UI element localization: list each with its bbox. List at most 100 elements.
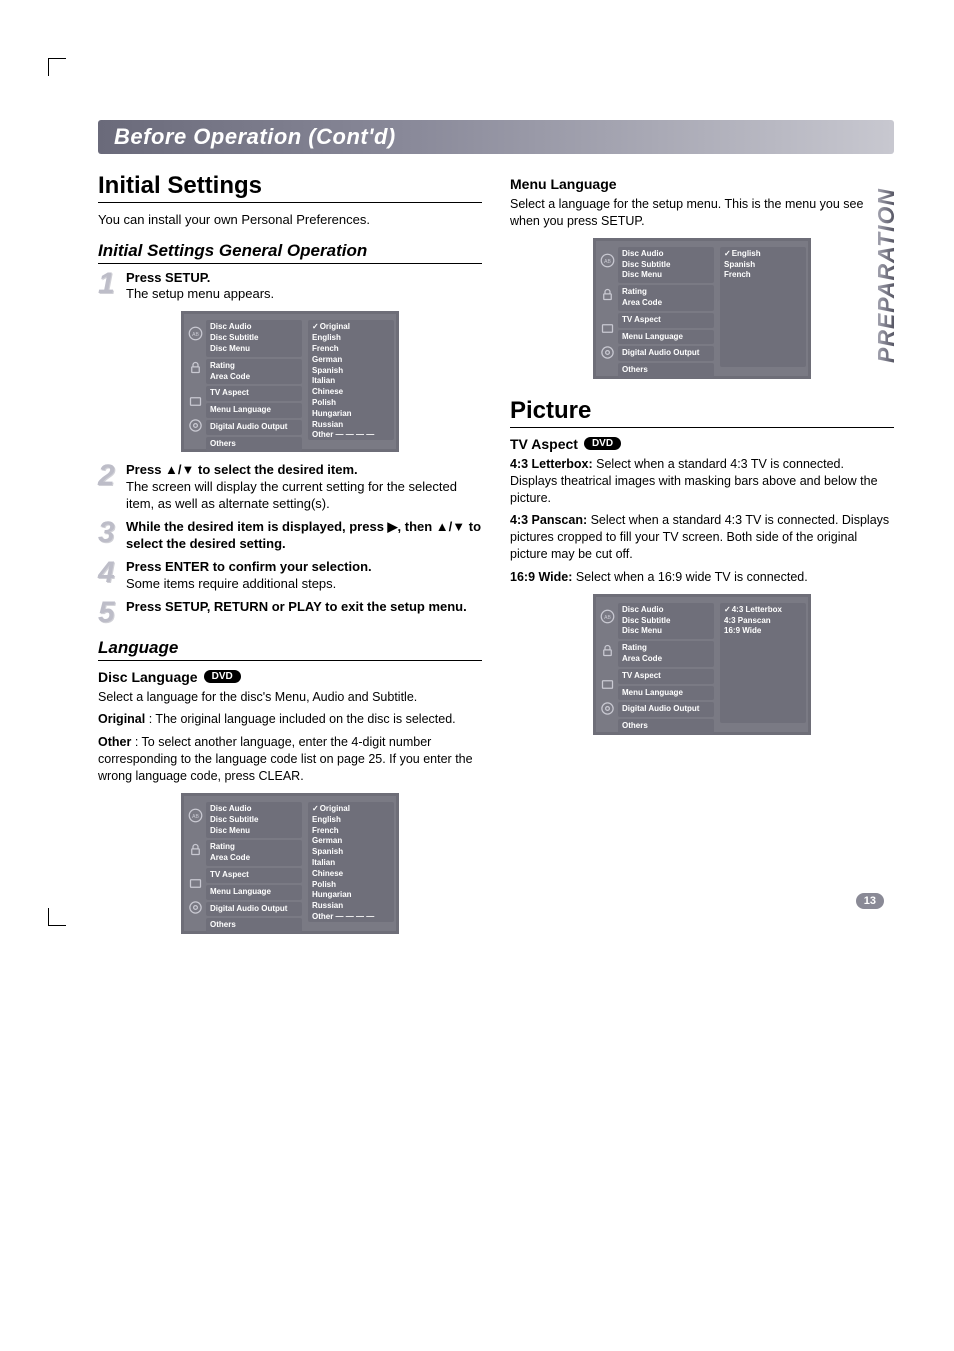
lock-icon bbox=[188, 360, 203, 375]
opt-spanish: Spanish bbox=[724, 260, 802, 271]
menu-item-disc-menu: Disc Menu bbox=[622, 626, 710, 637]
crop-mark-tl bbox=[48, 58, 66, 76]
opt-polish: Polish bbox=[312, 398, 390, 409]
menu-item-disc-subtitle: Disc Subtitle bbox=[210, 815, 298, 826]
opt-chinese: Chinese bbox=[312, 387, 390, 398]
menu-item-menu-language: Menu Language bbox=[622, 688, 710, 699]
menu-language-heading: Menu Language bbox=[510, 176, 894, 192]
menu-left-list: Disc Audio Disc Subtitle Disc Menu Ratin… bbox=[618, 603, 714, 736]
right-column: Menu Language Select a language for the … bbox=[510, 172, 894, 944]
opt-other: Other — — — — bbox=[312, 430, 390, 441]
step-bold: Press ▲/▼ to select the desired item. bbox=[126, 462, 358, 477]
other-text: : To select another language, enter the … bbox=[98, 735, 473, 783]
opt-english: English bbox=[312, 815, 390, 826]
menu-item-disc-menu: Disc Menu bbox=[210, 826, 298, 837]
tv-icon bbox=[188, 394, 203, 409]
step-4: 4 Press ENTER to confirm your selection.… bbox=[98, 559, 482, 593]
opt-german: German bbox=[312, 836, 390, 847]
svg-text:AB: AB bbox=[604, 615, 611, 621]
letterbox-label: 4:3 Letterbox: bbox=[510, 457, 593, 471]
step-bold: Press ENTER to confirm your selection. bbox=[126, 559, 372, 574]
opt-russian: Russian bbox=[312, 901, 390, 912]
lock-icon bbox=[600, 643, 615, 658]
step-3: 3 While the desired item is displayed, p… bbox=[98, 519, 482, 553]
menu-item-disc-subtitle: Disc Subtitle bbox=[622, 260, 710, 271]
step-number: 5 bbox=[98, 599, 120, 626]
opt-spanish: Spanish bbox=[312, 847, 390, 858]
disc-language-original: Original : The original language include… bbox=[98, 711, 482, 728]
opt-spanish: Spanish bbox=[312, 366, 390, 377]
menu-left-list: Disc Audio Disc Subtitle Disc Menu Ratin… bbox=[618, 247, 714, 380]
step-text: While the desired item is displayed, pre… bbox=[126, 519, 482, 553]
menu-item-disc-menu: Disc Menu bbox=[210, 344, 298, 355]
menu-item-others: Others bbox=[210, 920, 298, 931]
menu-right-list: English Spanish French bbox=[720, 247, 806, 369]
opt-russian: Russian bbox=[312, 420, 390, 431]
menu-left-list: Disc Audio Disc Subtitle Disc Menu Ratin… bbox=[206, 320, 302, 453]
opt-wide: 16:9 Wide bbox=[724, 626, 802, 637]
wide-label: 16:9 Wide: bbox=[510, 570, 572, 584]
menu-item-disc-audio: Disc Audio bbox=[622, 249, 710, 260]
lock-icon bbox=[188, 842, 203, 857]
svg-text:AB: AB bbox=[192, 332, 199, 338]
step-5: 5 Press SETUP, RETURN or PLAY to exit th… bbox=[98, 599, 482, 626]
disc-language-other: Other : To select another language, ente… bbox=[98, 734, 482, 785]
menu-item-disc-audio: Disc Audio bbox=[210, 804, 298, 815]
step-desc: The screen will display the current sett… bbox=[126, 479, 457, 511]
menu-item-area-code: Area Code bbox=[622, 654, 710, 665]
step-desc: Some items require additional steps. bbox=[126, 576, 336, 591]
opt-original: Original bbox=[312, 804, 390, 815]
menu-item-disc-audio: Disc Audio bbox=[622, 605, 710, 616]
lock-icon bbox=[600, 287, 615, 302]
step-bold: While the desired item is displayed, pre… bbox=[126, 519, 481, 551]
opt-hungarian: Hungarian bbox=[312, 409, 390, 420]
setup-menu-figure-2: AB Disc Audio Disc Subtitle Disc Menu Ra… bbox=[181, 793, 399, 934]
menu-item-digital-audio: Digital Audio Output bbox=[622, 704, 710, 715]
step-text: Press ENTER to confirm your selection. S… bbox=[126, 559, 482, 593]
step-text: Press ▲/▼ to select the desired item. Th… bbox=[126, 462, 482, 513]
menu-item-rating: Rating bbox=[210, 361, 298, 372]
menu-item-disc-menu: Disc Menu bbox=[622, 270, 710, 281]
tv-panscan: 4:3 Panscan: Select when a standard 4:3 … bbox=[510, 512, 894, 563]
opt-polish: Polish bbox=[312, 880, 390, 891]
opt-original: Original bbox=[312, 322, 390, 333]
menu-left-list: Disc Audio Disc Subtitle Disc Menu Ratin… bbox=[206, 802, 302, 935]
menu-item-others: Others bbox=[210, 439, 298, 450]
menu-item-digital-audio: Digital Audio Output bbox=[210, 904, 298, 915]
page-header-bar: Before Operation (Cont'd) bbox=[98, 120, 894, 154]
tv-aspect-figure: AB Disc Audio Disc Subtitle Disc Menu Ra… bbox=[593, 594, 811, 735]
menu-item-rating: Rating bbox=[210, 842, 298, 853]
menu-item-disc-subtitle: Disc Subtitle bbox=[210, 333, 298, 344]
menu-language-desc: Select a language for the setup menu. Th… bbox=[510, 196, 894, 230]
tv-aspect-heading: TV Aspect DVD bbox=[510, 436, 894, 452]
opt-english: English bbox=[724, 249, 802, 260]
menu-item-tv-aspect: TV Aspect bbox=[210, 388, 298, 399]
menu-item-disc-subtitle: Disc Subtitle bbox=[622, 616, 710, 627]
language-heading: Language bbox=[98, 638, 482, 661]
menu-item-area-code: Area Code bbox=[210, 372, 298, 383]
opt-italian: Italian bbox=[312, 376, 390, 387]
menu-item-rating: Rating bbox=[622, 643, 710, 654]
tv-icon bbox=[600, 321, 615, 336]
svg-text:AB: AB bbox=[604, 259, 611, 265]
step-2: 2 Press ▲/▼ to select the desired item. … bbox=[98, 462, 482, 513]
opt-english: English bbox=[312, 333, 390, 344]
menu-right-list: Original English French German Spanish I… bbox=[308, 320, 394, 442]
disc-language-heading: Disc Language DVD bbox=[98, 669, 482, 685]
step-bold: Press SETUP. bbox=[126, 270, 210, 285]
side-tab-text: PREPARATION bbox=[873, 188, 900, 363]
opt-hungarian: Hungarian bbox=[312, 890, 390, 901]
gear-icon bbox=[188, 900, 203, 915]
abc-icon: AB bbox=[600, 253, 615, 268]
other-label: Other bbox=[98, 735, 131, 749]
initial-settings-title: Initial Settings bbox=[98, 172, 482, 203]
menu-item-menu-language: Menu Language bbox=[622, 332, 710, 343]
tv-letterbox: 4:3 Letterbox: Select when a standard 4:… bbox=[510, 456, 894, 507]
dvd-badge: DVD bbox=[204, 670, 241, 683]
opt-french: French bbox=[312, 344, 390, 355]
general-operation-heading: Initial Settings General Operation bbox=[98, 241, 482, 264]
opt-other: Other — — — — bbox=[312, 912, 390, 923]
page-number: 13 bbox=[856, 893, 884, 909]
step-number: 4 bbox=[98, 559, 120, 586]
opt-chinese: Chinese bbox=[312, 869, 390, 880]
